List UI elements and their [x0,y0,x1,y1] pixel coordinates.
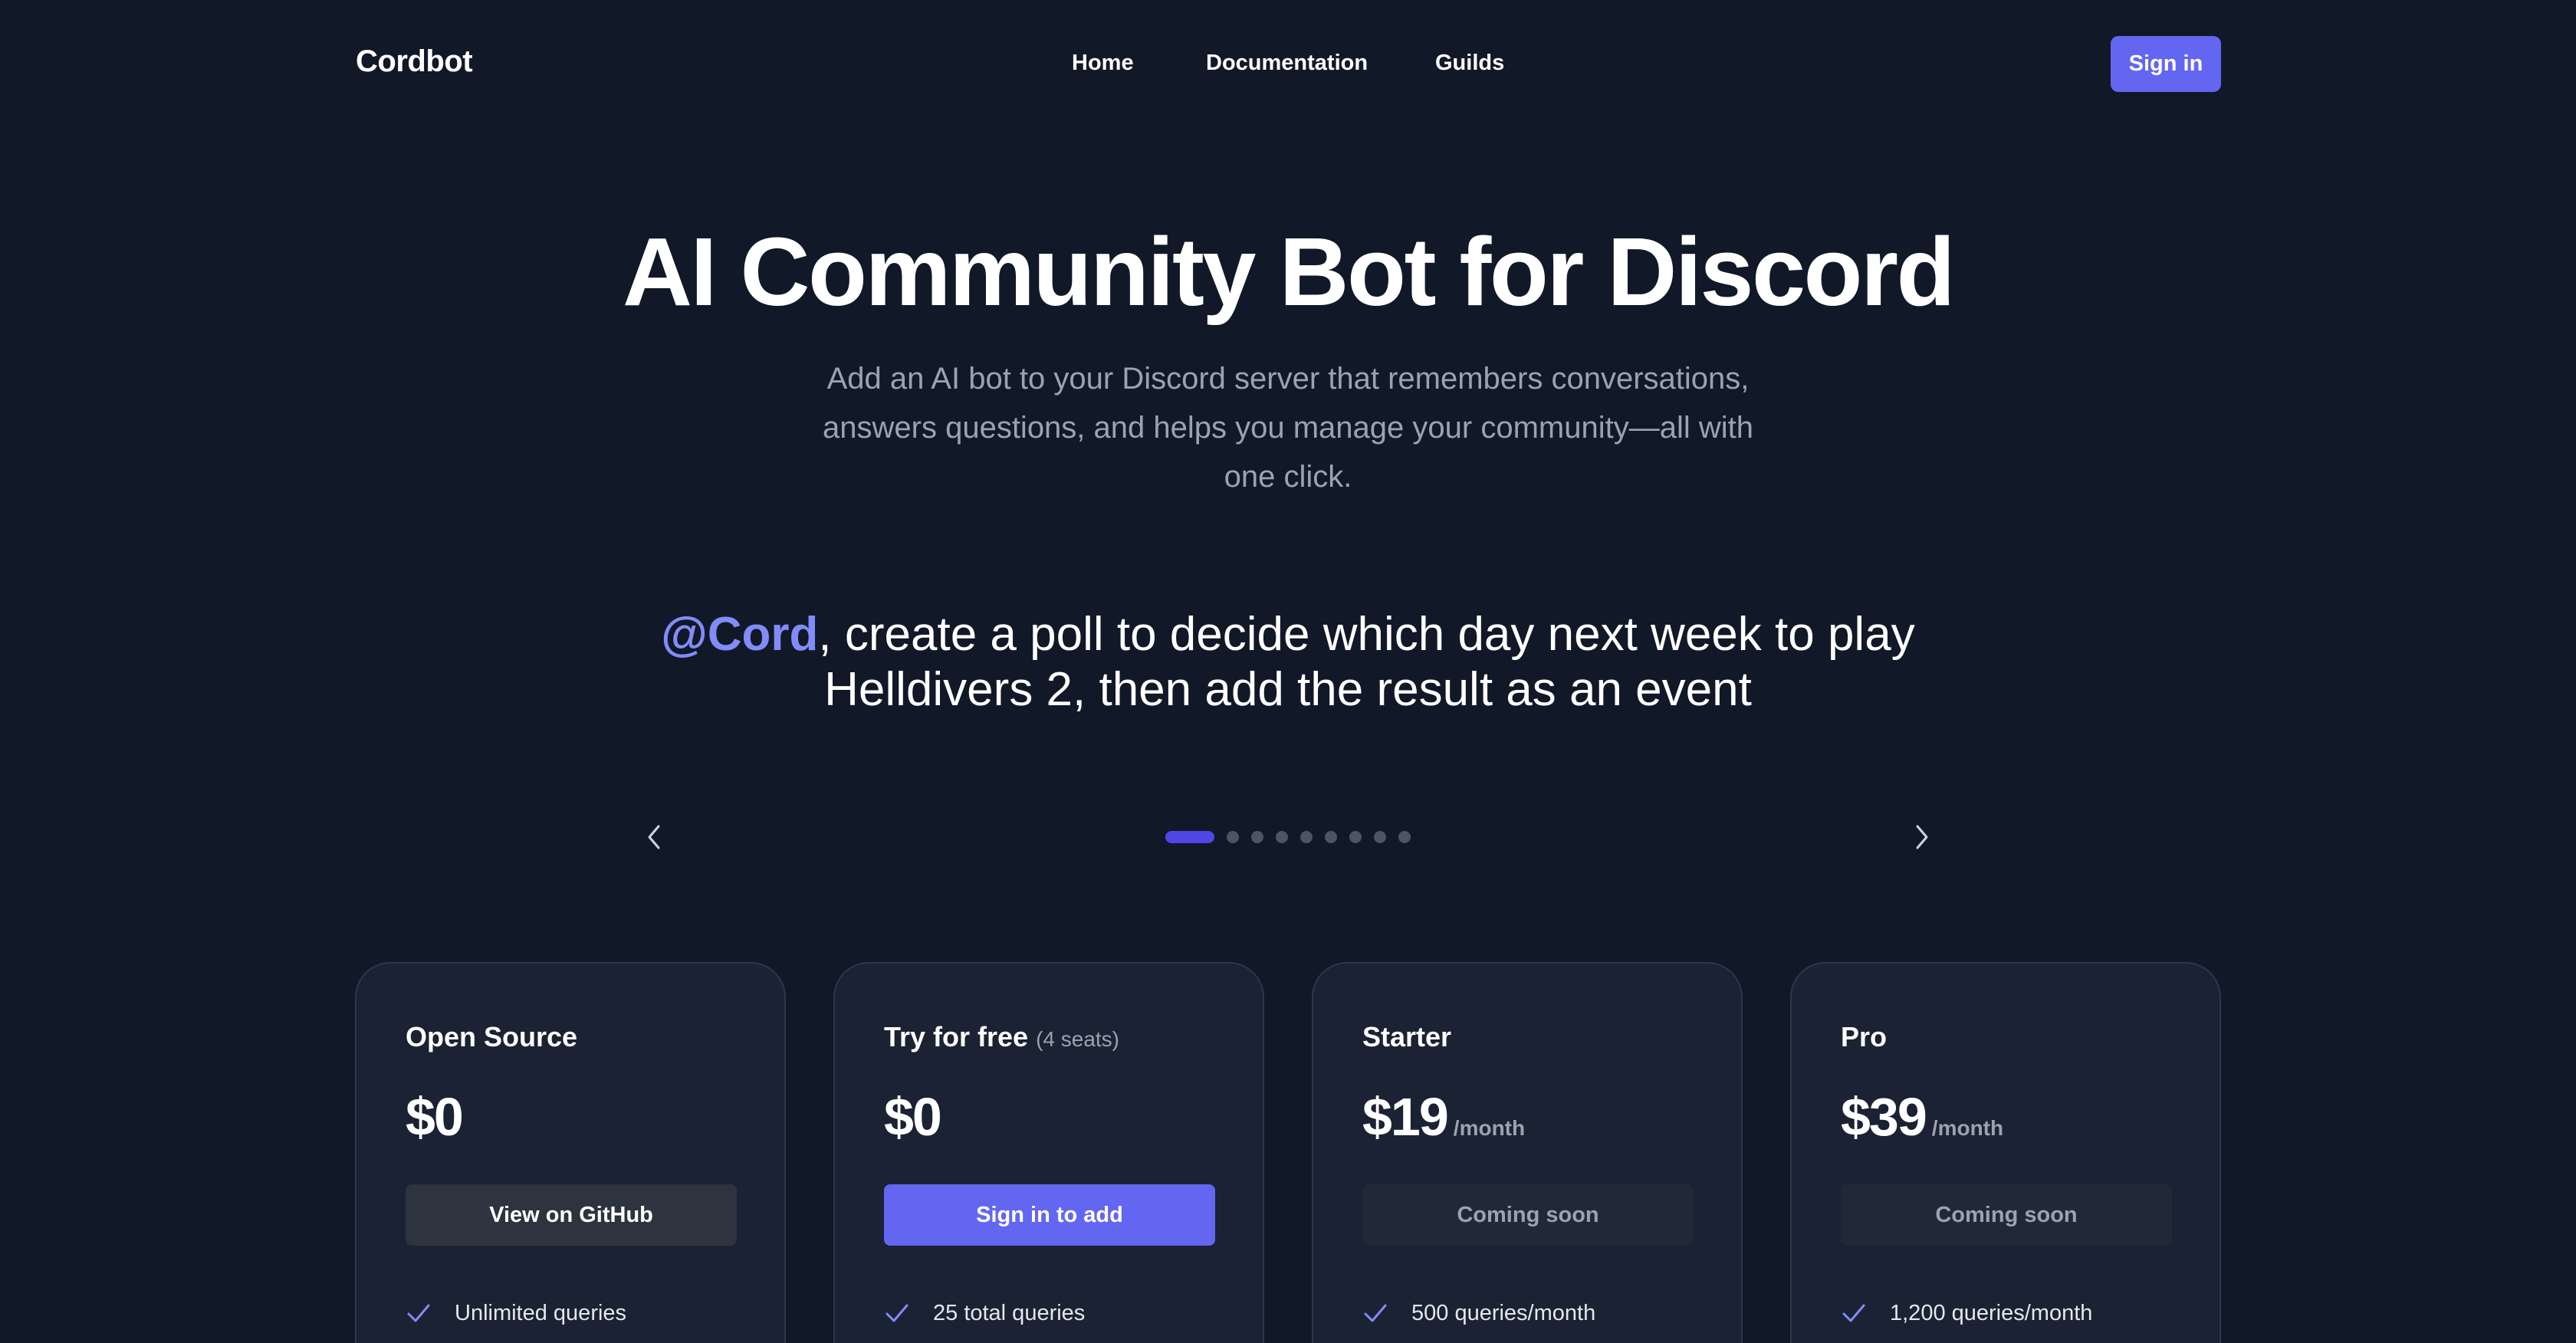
chevron-right-icon [1916,825,1928,849]
carousel-dot[interactable] [1349,831,1362,843]
carousel-next-button[interactable] [1907,820,1937,854]
plan-feature: 25 total queries [884,1298,1085,1328]
chevron-left-icon [648,825,660,849]
coming-soon-button[interactable]: Coming soon [1362,1184,1694,1246]
check-icon [1841,1299,1868,1327]
hero-title: AI Community Bot for Discord [622,218,1956,326]
nav-documentation-link[interactable]: Documentation [1206,51,1368,76]
check-icon [1362,1299,1390,1327]
carousel-dot[interactable] [1300,831,1313,843]
carousel-dot[interactable] [1398,831,1411,843]
plan-feature: Unlimited queries [406,1298,626,1328]
nav-guilds-link[interactable]: Guilds [1435,51,1504,76]
plan-price: $0 [406,1087,464,1147]
bot-mention: @Cord [661,608,819,661]
plan-name: Starter [1362,1021,1452,1052]
plan-card-pro: Pro $39/month Coming soon 1,200 queries/… [1790,962,2221,1343]
plan-price: $39/month [1841,1087,2004,1147]
example-prompt-text: , create a poll to decide which day next… [818,608,1915,716]
nav-home-link[interactable]: Home [1072,51,1134,76]
plan-period: /month [1931,1116,2004,1140]
carousel-dot[interactable] [1227,831,1239,843]
plan-price: $0 [884,1087,942,1147]
check-icon [406,1299,433,1327]
view-on-github-button[interactable]: View on GitHub [406,1184,737,1246]
carousel-dot[interactable] [1325,831,1337,843]
plan-name: Open Source [406,1021,578,1052]
carousel-dot[interactable] [1374,831,1386,843]
coming-soon-button[interactable]: Coming soon [1841,1184,2172,1246]
sign-in-button[interactable]: Sign in [2111,36,2221,92]
plan-card-try-for-free: Try for free (4 seats) $0 Sign in to add … [833,962,1264,1343]
plan-feature: 1,200 queries/month [1841,1298,2092,1328]
check-icon [884,1299,912,1327]
plan-feature: 500 queries/month [1362,1298,1595,1328]
sign-in-to-add-button[interactable]: Sign in to add [884,1184,1215,1246]
plan-card-open-source: Open Source $0 View on GitHub Unlimited … [355,962,786,1343]
plan-seats-note: (4 seats) [1036,1027,1120,1051]
carousel-dot[interactable] [1276,831,1288,843]
plan-price: $19/month [1362,1087,1526,1147]
hero-subtitle: Add an AI bot to your Discord server tha… [823,362,1753,494]
plan-card-starter: Starter $19/month Coming soon 500 querie… [1312,962,1743,1343]
carousel-dot[interactable] [1165,831,1214,843]
carousel-prev-button[interactable] [639,820,669,854]
plan-name: Pro [1841,1021,1888,1052]
plan-period: /month [1453,1116,1526,1140]
plan-name: Try for free (4 seats) [884,1021,1120,1052]
carousel-dot[interactable] [1251,831,1263,843]
example-prompt: @Cord, create a poll to decide which day… [629,607,1947,717]
